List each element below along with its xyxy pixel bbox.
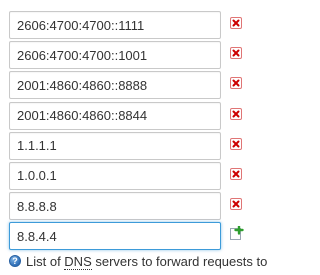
add-icon[interactable]: [230, 226, 244, 241]
dns-server-input[interactable]: [9, 192, 221, 221]
help-text: List of DNS servers to forward requests …: [26, 253, 268, 270]
dns-server-input[interactable]: [9, 41, 221, 70]
dns-server-input[interactable]: [9, 71, 221, 100]
remove-icon[interactable]: [230, 47, 242, 60]
help-icon[interactable]: ?: [9, 255, 21, 267]
help-text-before: List of: [26, 253, 65, 269]
remove-icon[interactable]: [230, 198, 242, 211]
dns-abbreviation: DNS: [64, 253, 92, 270]
help-text-after: servers to forward requests to: [91, 253, 268, 269]
help-line: ? List of DNS servers to forward request…: [9, 253, 268, 270]
remove-icon[interactable]: [230, 17, 242, 29]
remove-icon[interactable]: [230, 137, 242, 150]
dns-server-input[interactable]: [9, 222, 221, 251]
remove-icon[interactable]: [230, 167, 242, 180]
remove-icon[interactable]: [230, 77, 242, 90]
remove-icon[interactable]: [230, 107, 242, 120]
dns-server-input[interactable]: [9, 11, 221, 39]
dns-server-input[interactable]: [9, 161, 221, 190]
dns-server-input[interactable]: [9, 101, 221, 130]
dns-server-input[interactable]: [9, 131, 221, 160]
